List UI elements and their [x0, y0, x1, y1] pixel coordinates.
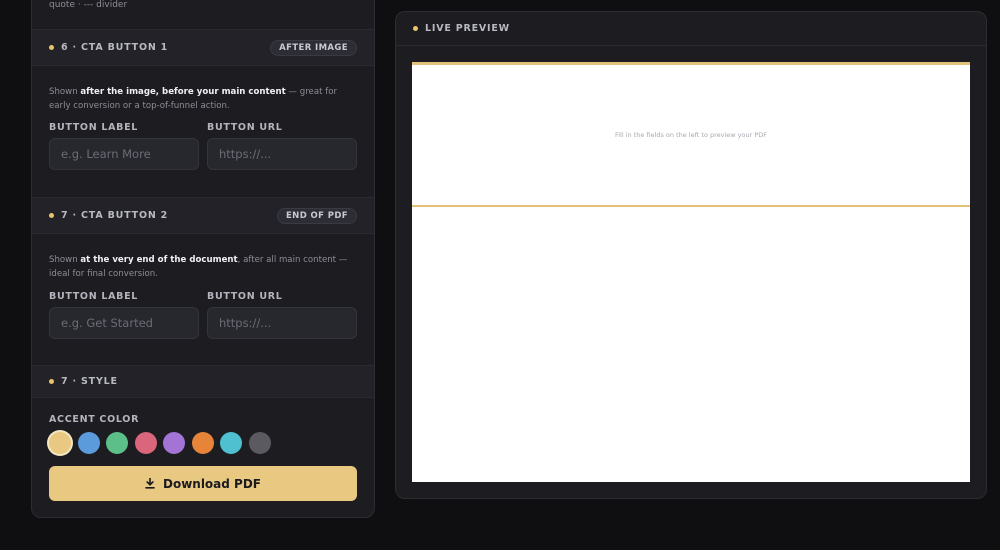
download-pdf-button[interactable]: Download PDF	[49, 466, 357, 501]
section-dot-icon	[49, 213, 54, 218]
section-dot-icon	[49, 45, 54, 50]
section-dot-icon	[413, 26, 418, 31]
live-preview-panel: LIVE PREVIEW Fill in the fields on the l…	[395, 11, 987, 499]
formatting-hint: quote · --- divider	[49, 0, 128, 10]
download-icon	[145, 478, 155, 489]
accent-color-swatch-4[interactable]	[134, 432, 157, 454]
accent-color-swatch-1[interactable]	[49, 432, 71, 454]
section-dot-icon	[49, 379, 54, 384]
button-label-field-label: BUTTON LABEL	[49, 291, 139, 302]
live-preview-header: LIVE PREVIEW	[396, 12, 986, 46]
editor-panel: quote · --- divider 6 · CTA BUTTON 1 AFT…	[31, 0, 375, 518]
accent-color-swatch-8[interactable]	[248, 432, 271, 454]
button-url-field-label: BUTTON URL	[207, 122, 283, 133]
section-description: Shown at the very end of the document, a…	[49, 255, 348, 279]
placement-badge: AFTER IMAGE	[270, 39, 357, 56]
accent-color-swatch-3[interactable]	[106, 432, 128, 454]
section-header-cta-button-1[interactable]: 6 · CTA BUTTON 1 AFTER IMAGE	[32, 29, 374, 66]
cta2-label-input[interactable]	[49, 307, 199, 339]
button-url-field-label: BUTTON URL	[207, 291, 283, 302]
preview-empty-hint: Fill in the fields on the left to previe…	[614, 131, 768, 139]
accent-color-swatch-7[interactable]	[220, 432, 242, 454]
section-description: Shown after the image, before your main …	[49, 87, 338, 111]
download-pdf-label: Download PDF	[162, 476, 261, 491]
accent-color-swatches	[49, 432, 271, 454]
section-title: 7 · STYLE	[61, 376, 118, 387]
cta2-url-input[interactable]	[207, 307, 357, 339]
accent-color-swatch-5[interactable]	[163, 432, 185, 454]
accent-color-label: ACCENT COLOR	[49, 414, 140, 425]
section-title: 6 · CTA BUTTON 1	[61, 42, 169, 53]
section-header-style[interactable]: 7 · STYLE	[32, 365, 374, 398]
placement-badge: END OF PDF	[276, 207, 357, 224]
pdf-preview: Fill in the fields on the left to previe…	[412, 62, 970, 482]
section-header-cta-button-2[interactable]: 7 · CTA BUTTON 2 END OF PDF	[32, 197, 374, 234]
cta1-url-input[interactable]	[207, 138, 357, 170]
preview-divider	[412, 205, 970, 207]
button-label-field-label: BUTTON LABEL	[49, 122, 139, 133]
section-title: 7 · CTA BUTTON 2	[61, 210, 169, 221]
cta1-label-input[interactable]	[49, 138, 199, 170]
accent-color-swatch-6[interactable]	[191, 432, 214, 454]
live-preview-title: LIVE PREVIEW	[425, 23, 510, 34]
accent-color-swatch-2[interactable]	[77, 432, 100, 454]
